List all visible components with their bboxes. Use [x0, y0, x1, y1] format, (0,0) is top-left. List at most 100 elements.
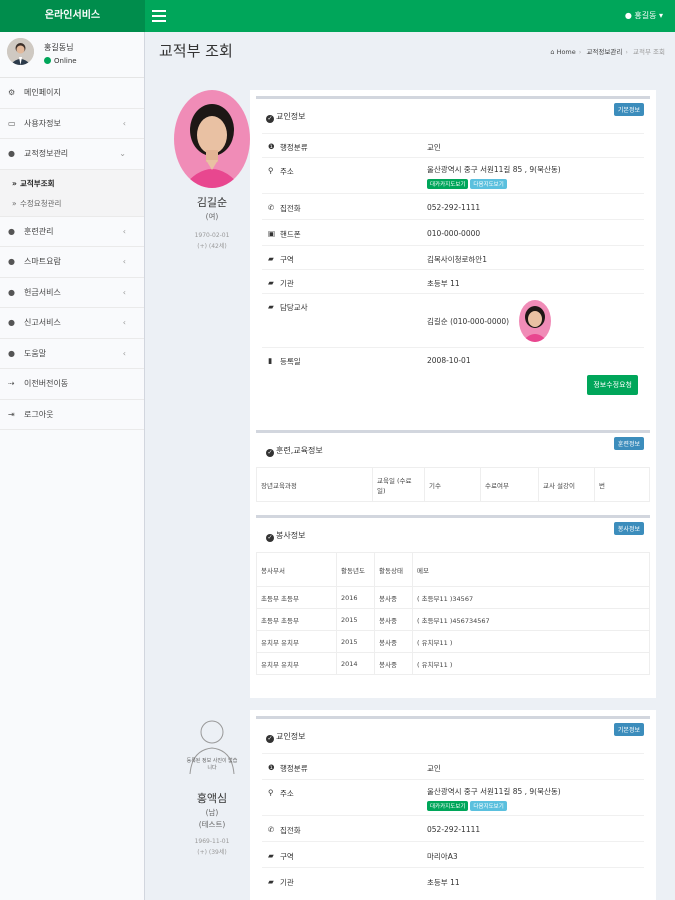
- sidebar-item-label: 교적정보관리: [24, 149, 69, 158]
- user-icon: ●: [8, 318, 15, 327]
- info-edit-request-button[interactable]: 정보수정요청: [587, 375, 638, 395]
- column-header: 메모: [412, 552, 650, 587]
- folder-icon: ▰: [268, 302, 274, 311]
- info-icon: ❶: [268, 763, 275, 772]
- sidebar-item[interactable]: ▭ 사용자정보 ‹: [0, 109, 144, 139]
- info-row: ⚲ 주소 울산광역시 중구 서원11길 85 , 9(북산동) 대카카지도보기 다…: [262, 157, 644, 193]
- person-age: (+) (39세): [197, 849, 227, 856]
- info-row: ▰ 담당교사 김길순 (010-000-0000): [262, 293, 644, 347]
- breadcrumb-home[interactable]: Home: [557, 48, 576, 56]
- sidebar-item[interactable]: ● 교적정보관리 ⌄: [0, 139, 144, 170]
- sidebar-item[interactable]: ⇥ 로그아웃: [0, 400, 144, 430]
- table-row: 유치부 유치부 2015 봉사중( 유치부11 ): [256, 630, 650, 653]
- kakao-map-button[interactable]: 대카카지도보기: [427, 179, 469, 189]
- info-icon: ❶: [268, 142, 275, 151]
- info-row: ▣ 핸드폰 010-000-0000: [262, 219, 644, 245]
- folder-icon: ▰: [268, 278, 274, 287]
- sidebar-subitem-label: 수정요청관리: [20, 198, 62, 208]
- sidebar-item-label: 도움말: [24, 348, 47, 358]
- info-row: ⚲ 주소 울산광역시 중구 서원11길 85 , 9(북산동) 대카카지도보기 다…: [262, 779, 644, 815]
- sidebar-item[interactable]: ● 훈련관리 ‹: [0, 217, 144, 247]
- person-name: 홍액심: [196, 792, 228, 805]
- info-row: ▰ 구역 마리아A3: [262, 841, 644, 867]
- sidebar-item[interactable]: ⇢ 이전버전이동: [0, 369, 144, 400]
- sidebar-item[interactable]: ⚙ 메인페이지: [0, 78, 144, 109]
- service-info-panel: ✓ 봉사정보 봉사정보 봉사부서 활동년도 활동상태 메모 초등부 초등부 2016…: [256, 515, 650, 675]
- angle-right-icon: »: [12, 178, 17, 188]
- sidebar: 홍길동님 Online ⚙ 메인페이지 ▭ 사용자정보 ‹ ● 교적정보관리 ⌄» 교적부조회»…: [0, 32, 145, 900]
- chevron-left-icon: ‹: [122, 257, 126, 266]
- column-header: 봉사부서: [256, 552, 337, 587]
- app-logo[interactable]: 온라인서비스: [0, 0, 145, 32]
- service-table: 봉사부서 활동년도 활동상태 메모 초등부 초등부 2016 봉사중( 초등부11 …: [256, 552, 650, 675]
- top-navbar: 온라인서비스 ● 홍길동 ▾: [0, 0, 675, 32]
- user-icon: ●: [8, 226, 15, 236]
- default-profile-photo: 등록된 정보 사진이 없습니다: [186, 714, 238, 776]
- logout-icon: ⇥: [8, 409, 15, 419]
- no-photo-caption: 등록된 정보 사진이 없습니다: [186, 758, 238, 771]
- mobile-icon: ▣: [268, 229, 276, 238]
- sidebar-subitem[interactable]: » 수정요청관리: [0, 194, 144, 214]
- member-info-panel: ✓ 교인정보 기본정보 ❶ 행정분류 교인 ⚲ 주소 울산광역시 중구 서원11길…: [256, 716, 650, 893]
- column-header: 활동년도: [336, 552, 375, 587]
- sidebar-item-label: 사용자정보: [24, 118, 61, 128]
- sidebar-item[interactable]: ● 신고서비스 ‹: [0, 308, 144, 339]
- status-badge: 기본정보: [613, 103, 644, 116]
- online-status: Online: [44, 57, 77, 65]
- column-header: 수료여부: [480, 467, 539, 502]
- map-marker-icon: ⚲: [268, 788, 274, 797]
- sidebar-toggle-icon[interactable]: [152, 10, 166, 22]
- person-age: (+) (42세): [197, 243, 227, 250]
- info-row: ❶ 행정분류 교인: [262, 753, 644, 779]
- sidebar-item[interactable]: ● 헌금서비스 ‹: [0, 278, 144, 308]
- sidebar-item[interactable]: ● 도움말 ‹: [0, 339, 144, 369]
- info-row: ▰ 기관 초등부 11: [262, 867, 644, 893]
- sidebar-item-label: 로그아웃: [24, 409, 54, 419]
- info-row: ▮ 등록일 2008-10-01: [262, 347, 644, 371]
- panel-title: 봉사정보: [276, 531, 306, 540]
- info-row: ❶ 행정분류 교인: [262, 133, 644, 157]
- panel-title: 교인정보: [276, 112, 306, 121]
- info-value: 교인: [427, 143, 441, 152]
- person-card: ✓ 교인정보 기본정보 ❶ 행정분류 교인 ⚲ 주소 울산광역시 중구 서원11길…: [250, 90, 656, 698]
- kakao-map-button[interactable]: 대카카지도보기: [427, 801, 469, 811]
- column-header: 기수: [424, 467, 481, 502]
- sidebar-user-name: 홍길동님: [44, 43, 74, 52]
- laptop-icon: ▭: [8, 118, 16, 128]
- person-name: 김길순: [196, 196, 228, 209]
- check-circle-icon: ✓: [266, 735, 274, 743]
- sidebar-item-label: 헌금서비스: [24, 287, 61, 297]
- panel-title: 교인정보: [276, 732, 306, 741]
- user-menu-label: 홍길동: [634, 11, 657, 20]
- breadcrumb: ⌂ Home › 교적정보관리 › 교적부 조회: [550, 48, 665, 56]
- map-marker-icon: ⚲: [268, 166, 274, 175]
- info-label: 주소: [280, 167, 294, 176]
- breadcrumb-current: 교적부 조회: [633, 48, 665, 56]
- chevron-left-icon: ‹: [122, 348, 126, 358]
- check-circle-icon: ✓: [266, 534, 274, 542]
- sidebar-item[interactable]: ● 스마트요람 ‹: [0, 247, 144, 278]
- column-header: 교육일 (수료일): [372, 467, 425, 502]
- sidebar-subitem-label: 교적부조회: [20, 178, 55, 188]
- person-tag: (테스트): [198, 820, 226, 829]
- chevron-left-icon: ‹: [122, 318, 126, 327]
- person-card: ✓ 교인정보 기본정보 ❶ 행정분류 교인 ⚲ 주소 울산광역시 중구 서원11길…: [250, 710, 656, 900]
- user-icon: ●: [8, 348, 15, 358]
- column-header: 번: [594, 467, 650, 502]
- content-header: 교적부 조회 ⌂ Home › 교적정보관리 › 교적부 조회: [145, 32, 675, 68]
- user-menu[interactable]: ● 홍길동 ▾: [625, 0, 663, 32]
- info-row: ▰ 구역 김복사이청로하안1: [262, 245, 644, 269]
- daum-map-button[interactable]: 다음지도보기: [470, 179, 507, 189]
- person-gender: (여): [205, 212, 219, 221]
- status-badge: 봉사정보: [613, 522, 644, 535]
- daum-map-button[interactable]: 다음지도보기: [470, 801, 507, 811]
- sidebar-item-label: 신고서비스: [24, 318, 61, 327]
- info-row: ▰ 기관 초등부 11: [262, 269, 644, 293]
- person-profile: 김길순 (여) 1970-02-01 (+) (42세): [166, 90, 258, 252]
- person-gender: (남): [205, 808, 219, 817]
- sidebar-subitem[interactable]: » 교적부조회: [0, 174, 144, 194]
- home-icon: ⌂: [550, 48, 555, 56]
- breadcrumb-section[interactable]: 교적정보관리: [586, 48, 622, 56]
- status-badge: 훈련정보: [613, 437, 644, 450]
- sidebar-item-label: 메인페이지: [24, 88, 61, 97]
